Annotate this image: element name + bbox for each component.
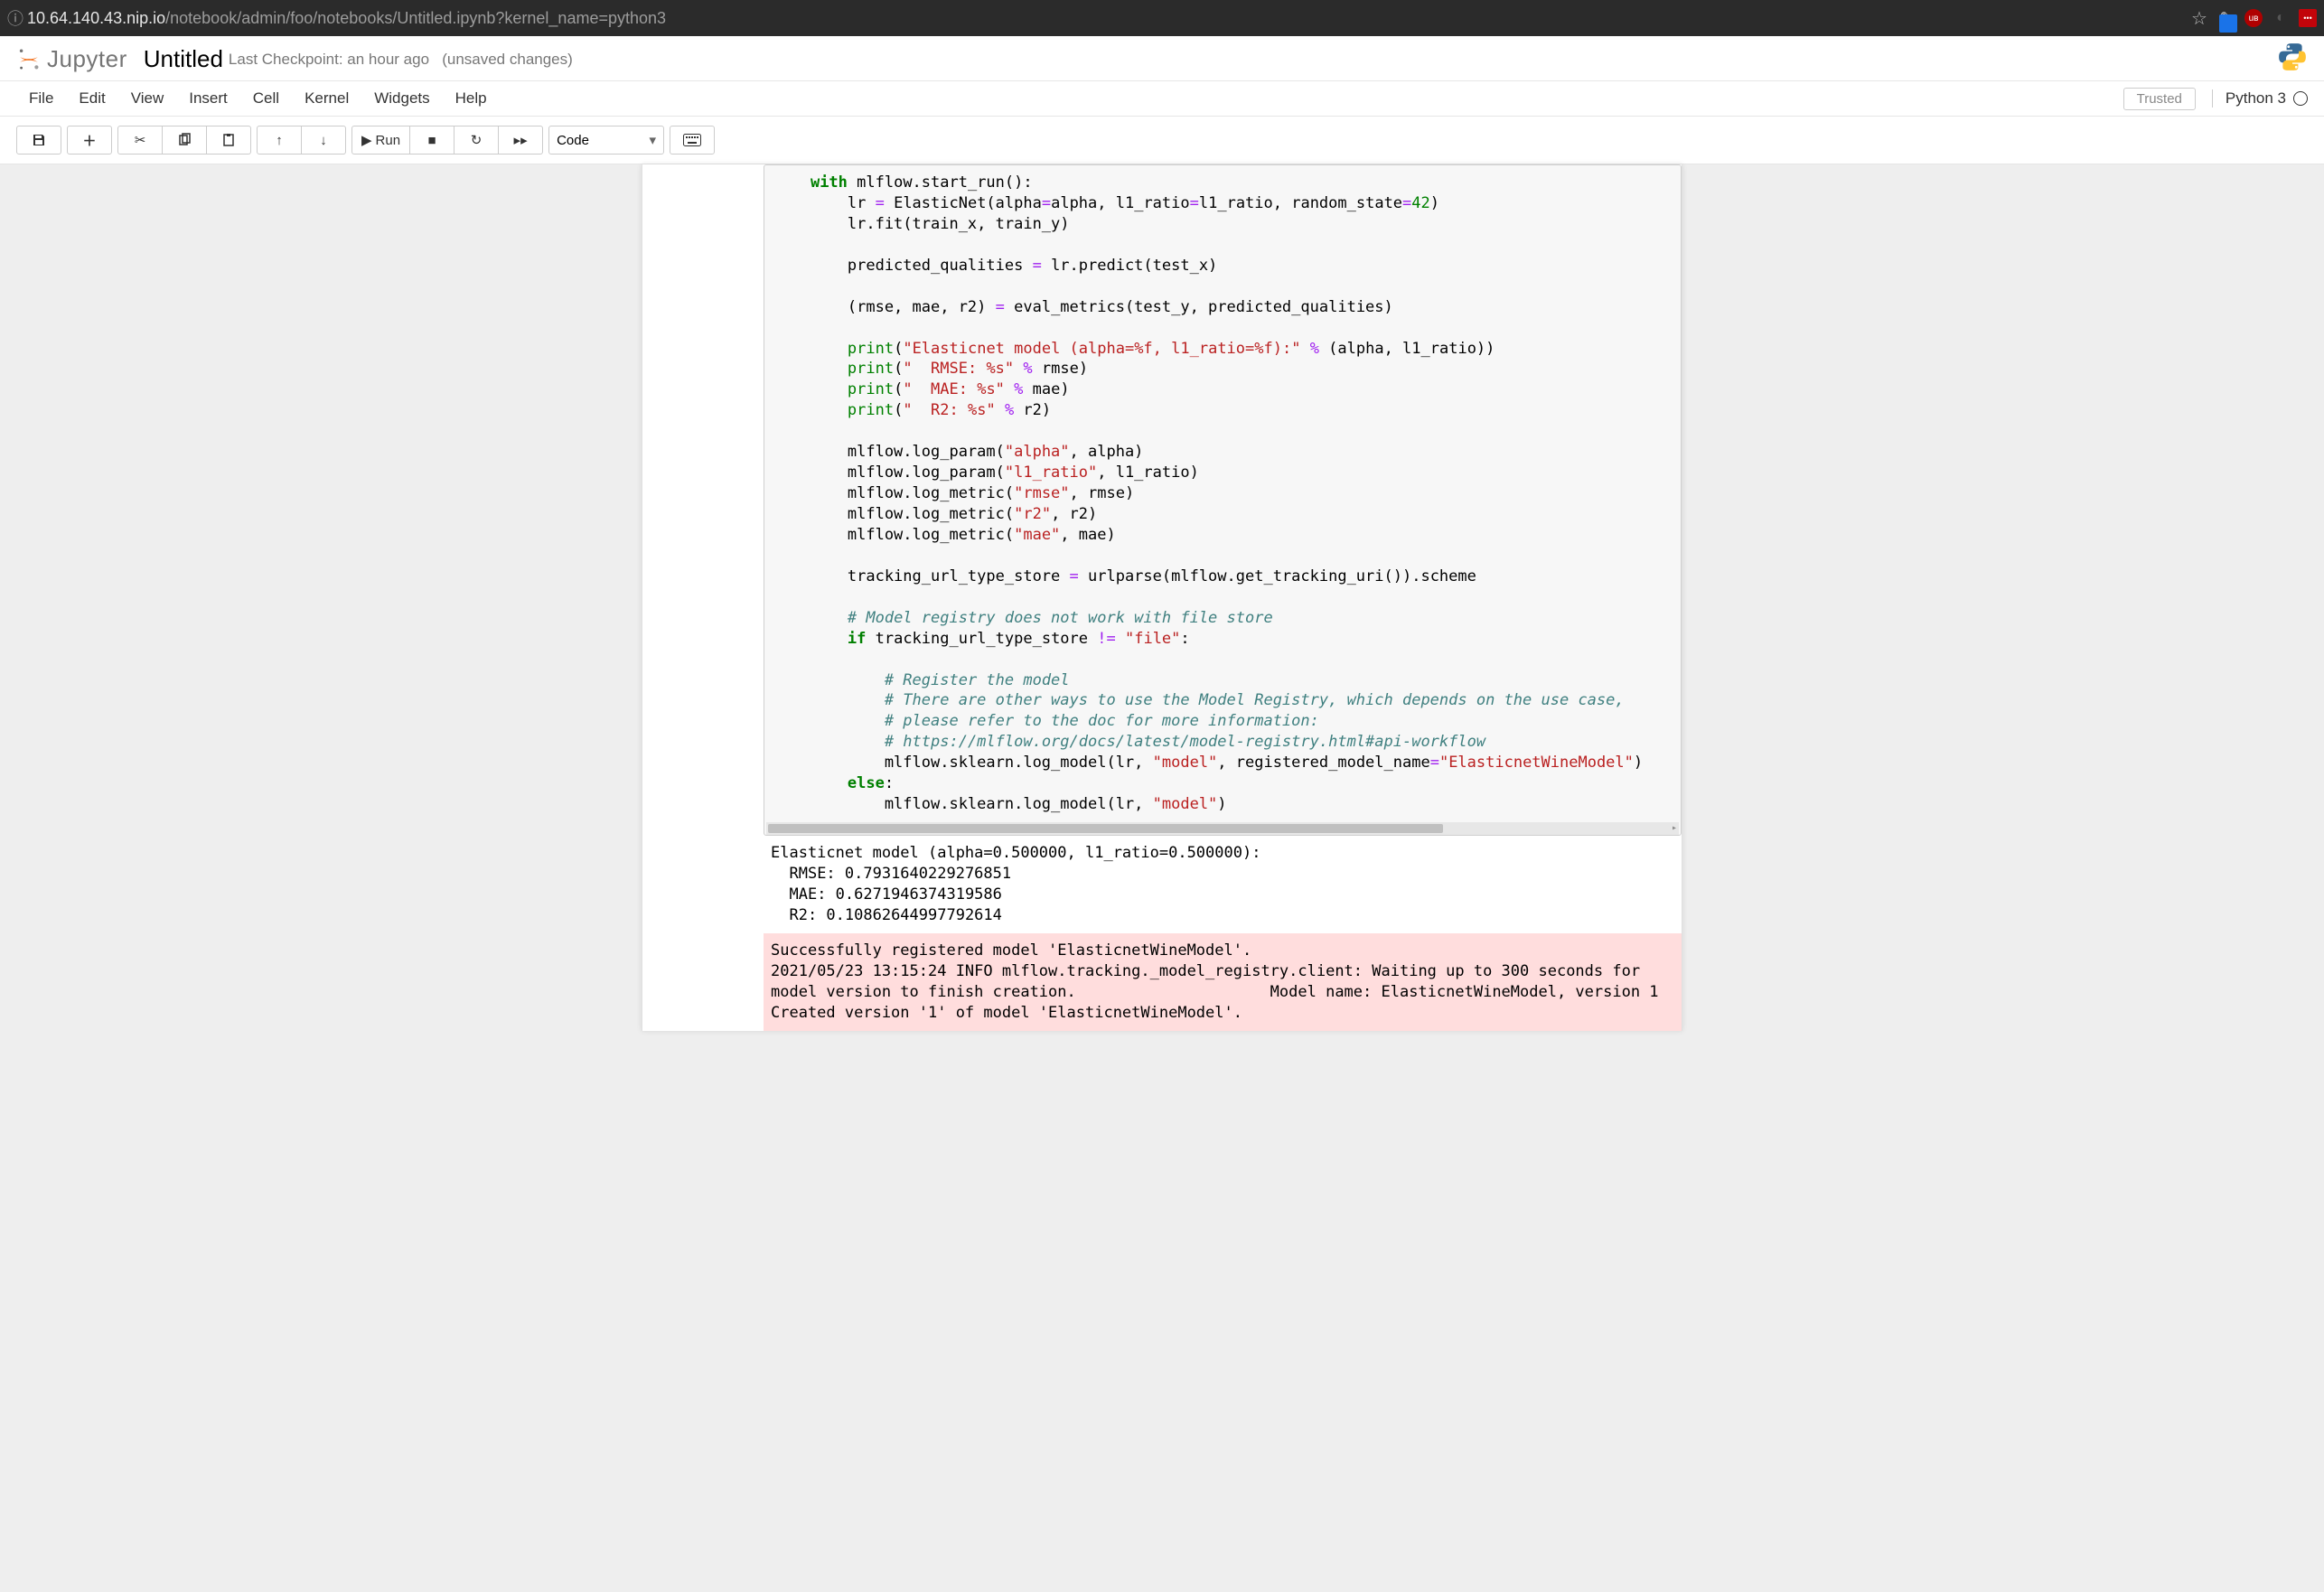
menu-view[interactable]: View (118, 84, 177, 113)
cut-button[interactable]: ✂ (117, 126, 163, 155)
save-icon (32, 133, 46, 147)
plus-icon: ＋ (82, 131, 96, 150)
scroll-right-icon[interactable]: ▸ (1669, 823, 1680, 834)
checkpoint-text: Last Checkpoint: an hour ago (unsaved ch… (229, 51, 573, 69)
jupyter-logo[interactable]: Jupyter (16, 45, 127, 73)
run-icon: ▶ (361, 132, 372, 148)
extension-icon[interactable]: ✎ (2217, 9, 2235, 27)
lastpass-icon[interactable]: ••• (2299, 9, 2317, 27)
paste-button[interactable] (207, 126, 251, 155)
kernel-name-text: Python 3 (2226, 89, 2286, 108)
paste-icon (221, 133, 236, 147)
celltype-select[interactable]: Code ▾ (548, 126, 664, 155)
copy-icon (177, 133, 192, 147)
fast-forward-icon: ▸▸ (514, 132, 528, 148)
copy-button[interactable] (163, 126, 207, 155)
checkpoint-time: Last Checkpoint: an hour ago (229, 51, 429, 68)
chevron-down-icon: ▾ (650, 132, 657, 148)
ublock-icon[interactable]: uʙ (2244, 9, 2263, 27)
url-display[interactable]: 10.64.140.43.nip.io/notebook/admin/foo/n… (27, 9, 2190, 28)
stdout-output: Elasticnet model (alpha=0.500000, l1_rat… (764, 836, 1682, 933)
interrupt-button[interactable]: ■ (410, 126, 454, 155)
jupyter-logo-icon (16, 47, 42, 72)
restart-icon: ↻ (471, 132, 483, 148)
url-path: /notebook/admin/foo/notebooks/Untitled.i… (165, 9, 666, 27)
restart-button[interactable]: ↻ (454, 126, 499, 155)
run-button[interactable]: ▶ Run (351, 126, 410, 155)
move-down-button[interactable]: ↓ (302, 126, 346, 155)
python-logo-icon[interactable] (2277, 42, 2308, 77)
save-button[interactable] (16, 126, 61, 155)
code-content: with mlflow.start_run(): lr = ElasticNet… (773, 173, 1672, 815)
scrollbar-thumb[interactable] (768, 824, 1443, 833)
menu-kernel[interactable]: Kernel (292, 84, 361, 113)
celltype-value: Code (557, 133, 589, 148)
horizontal-scrollbar[interactable]: ◂▸ (766, 822, 1679, 835)
notebook-header: Jupyter Untitled Last Checkpoint: an hou… (0, 36, 2324, 80)
toolbar: ＋ ✂ ↑ ↓ ▶ Run ■ ↻ ▸▸ Code ▾ (0, 117, 2324, 164)
menubar: FileEditViewInsertCellKernelWidgetsHelp … (0, 80, 2324, 117)
menu-insert[interactable]: Insert (176, 84, 240, 113)
menu-file[interactable]: File (16, 84, 66, 113)
add-cell-button[interactable]: ＋ (67, 126, 112, 155)
kernel-idle-icon (2293, 91, 2308, 106)
stderr-output: Successfully registered model 'Elasticne… (764, 933, 1682, 1031)
code-input-area[interactable]: with mlflow.start_run(): lr = ElasticNet… (764, 164, 1682, 836)
menu-cell[interactable]: Cell (240, 84, 292, 113)
menu-edit[interactable]: Edit (66, 84, 117, 113)
arrow-down-icon: ↓ (320, 133, 327, 148)
code-cell[interactable]: with mlflow.start_run(): lr = ElasticNet… (642, 164, 1682, 836)
unsaved-status: (unsaved changes) (442, 51, 573, 68)
keyboard-icon (683, 134, 701, 146)
extension-icon[interactable]: ◐ (2272, 9, 2290, 27)
menu-widgets[interactable]: Widgets (361, 84, 442, 113)
url-host: 10.64.140.43.nip.io (27, 9, 165, 27)
jupyter-word: Jupyter (47, 45, 127, 73)
arrow-up-icon: ↑ (276, 133, 283, 148)
trusted-button[interactable]: Trusted (2123, 88, 2196, 110)
browser-address-bar: ⓘ 10.64.140.43.nip.io/notebook/admin/foo… (0, 0, 2324, 36)
run-label: Run (376, 133, 401, 148)
command-palette-button[interactable] (670, 126, 715, 155)
bookmark-star-icon[interactable]: ☆ (2190, 9, 2208, 27)
move-up-button[interactable]: ↑ (257, 126, 302, 155)
kernel-indicator[interactable]: Python 3 (2212, 89, 2308, 108)
prompt-area (642, 164, 764, 836)
stop-icon: ■ (428, 133, 436, 148)
menu-help[interactable]: Help (443, 84, 500, 113)
notebook-title[interactable]: Untitled (144, 45, 223, 73)
cut-icon: ✂ (135, 132, 146, 148)
restart-run-all-button[interactable]: ▸▸ (499, 126, 543, 155)
